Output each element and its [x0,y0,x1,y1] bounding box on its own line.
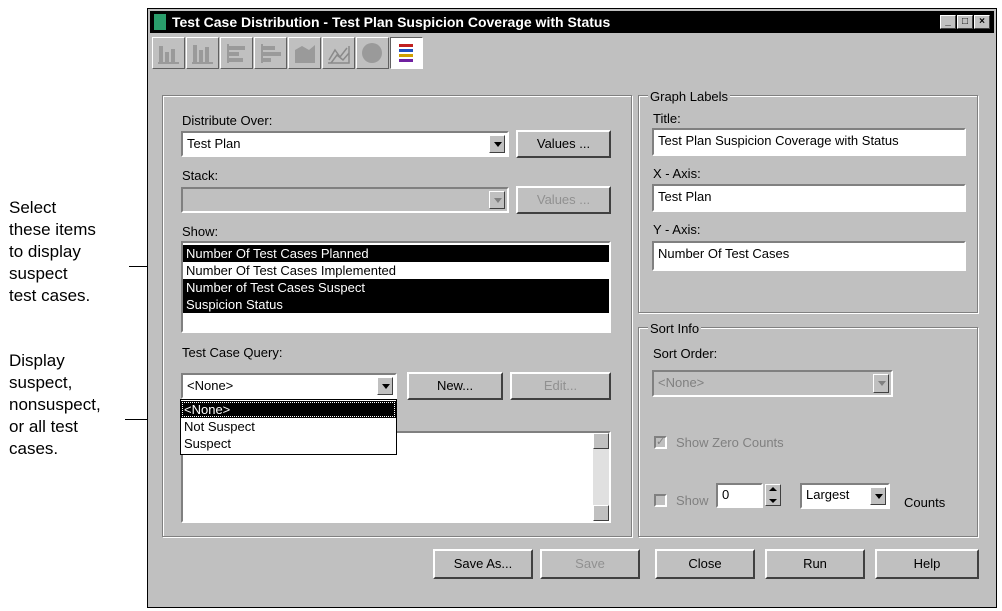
bar-chart-button[interactable] [152,37,185,69]
distribute-values-button[interactable]: Values ... [516,130,611,158]
show-label: Show: [182,224,219,239]
show-count-checkbox[interactable] [654,494,667,507]
title-bar[interactable]: Test Case Distribution - Test Plan Suspi… [150,11,994,33]
show-listbox[interactable]: Number Of Test Cases Planned Number Of T… [181,241,611,333]
scroll-down-button[interactable] [593,505,609,521]
list-item[interactable]: Number Of Test Cases Implemented [183,262,609,279]
show-count-label: Show [676,493,709,508]
horizontal-bar-chart-icon [227,44,245,63]
distribute-over-label: Distribute Over: [182,113,273,128]
chevron-down-icon[interactable] [870,487,886,505]
app-icon [154,14,166,30]
horizontal-bar-chart-button[interactable] [220,37,253,69]
list-item[interactable]: Number of Test Cases Suspect [183,279,609,296]
distribute-over-value: Test Plan [187,136,241,151]
save-button[interactable]: Save [540,549,640,579]
sort-order-select[interactable]: <None> [652,370,893,397]
close-window-button[interactable]: × [974,15,990,29]
annotation-line: test cases. [9,286,91,305]
show-zero-counts-checkbox[interactable]: ✓ [654,436,667,449]
x-axis-label: X - Axis: [653,166,701,181]
data-grid-icon [399,44,413,62]
dropdown-option[interactable]: <None> [181,401,396,418]
chevron-down-icon[interactable] [377,377,393,395]
save-as-button[interactable]: Save As... [433,549,533,579]
y-axis-input[interactable]: Number Of Test Cases [652,241,966,271]
annotation-line: nonsuspect, [9,395,101,414]
dialog-window: Test Case Distribution - Test Plan Suspi… [147,8,997,608]
help-button[interactable]: Help [875,549,979,579]
new-query-button[interactable]: New... [407,372,503,400]
show-zero-counts-label: Show Zero Counts [676,435,784,450]
sort-order-label: Sort Order: [653,346,718,361]
stack-values-button[interactable]: Values ... [516,186,611,214]
minimize-button[interactable]: _ [940,15,956,29]
test-case-query-select[interactable]: <None> [181,373,397,399]
y-axis-label: Y - Axis: [653,222,701,237]
stacked-bar-chart-button[interactable] [186,37,219,69]
annotation-line: suspect [9,264,68,283]
chevron-down-icon[interactable] [489,135,505,153]
largest-value: Largest [806,487,850,502]
annotation-line: to display [9,242,81,261]
pie-chart-button[interactable] [356,37,389,69]
chevron-down-icon[interactable] [873,374,889,393]
query-dropdown-list[interactable]: <None> Not Suspect Suspect [180,399,397,455]
stack-select[interactable] [181,187,509,213]
edit-query-button[interactable]: Edit... [510,372,611,400]
graph-labels-legend: Graph Labels [648,89,731,104]
test-case-query-label: Test Case Query: [182,345,283,360]
annotation-line: or all test [9,417,78,436]
pie-chart-icon [362,43,382,63]
show-count-spinner[interactable] [765,484,781,506]
area-chart-button[interactable] [288,37,321,69]
sort-info-legend: Sort Info [648,321,702,336]
maximize-button[interactable]: □ [957,15,973,29]
area-chart-icon [295,45,315,63]
stacked-bar-chart-icon [192,45,213,64]
annotation-show-items: Select these items to display suspect te… [9,197,129,307]
title-label: Title: [653,111,681,126]
largest-select[interactable]: Largest [800,483,890,509]
3d-chart-button[interactable] [322,37,355,69]
3d-chart-icon [328,46,350,64]
sort-order-value: <None> [658,375,705,390]
list-item[interactable]: Suspicion Status [183,296,609,313]
title-input[interactable]: Test Plan Suspicion Coverage with Status [652,128,966,156]
window-title: Test Case Distribution - Test Plan Suspi… [172,14,611,30]
dropdown-option[interactable]: Suspect [181,435,396,452]
data-grid-button[interactable] [390,37,423,69]
scroll-up-button[interactable] [593,433,609,449]
stack-label: Stack: [182,168,219,183]
close-button[interactable]: Close [655,549,755,579]
list-item[interactable]: Number Of Test Cases Planned [183,245,609,262]
annotation-line: cases. [9,439,59,458]
x-axis-input[interactable]: Test Plan [652,184,966,212]
chevron-down-icon[interactable] [489,191,505,209]
stacked-horizontal-bar-icon [261,44,281,63]
annotation-line: these items [9,220,96,239]
annotation-line: Select [9,198,57,217]
show-count-input[interactable]: 0 [716,483,763,508]
annotation-line: Display [9,351,65,370]
annotation-line: suspect, [9,373,73,392]
stacked-horizontal-bar-button[interactable] [254,37,287,69]
distribute-over-select[interactable]: Test Plan [181,131,509,157]
bar-chart-icon [158,46,179,64]
scrollbar[interactable] [593,433,609,521]
test-case-query-value: <None> [187,378,234,393]
annotation-query-options: Display suspect, nonsuspect, or all test… [9,350,134,460]
dropdown-option[interactable]: Not Suspect [181,418,396,435]
counts-label: Counts [904,495,946,510]
run-button[interactable]: Run [765,549,865,579]
